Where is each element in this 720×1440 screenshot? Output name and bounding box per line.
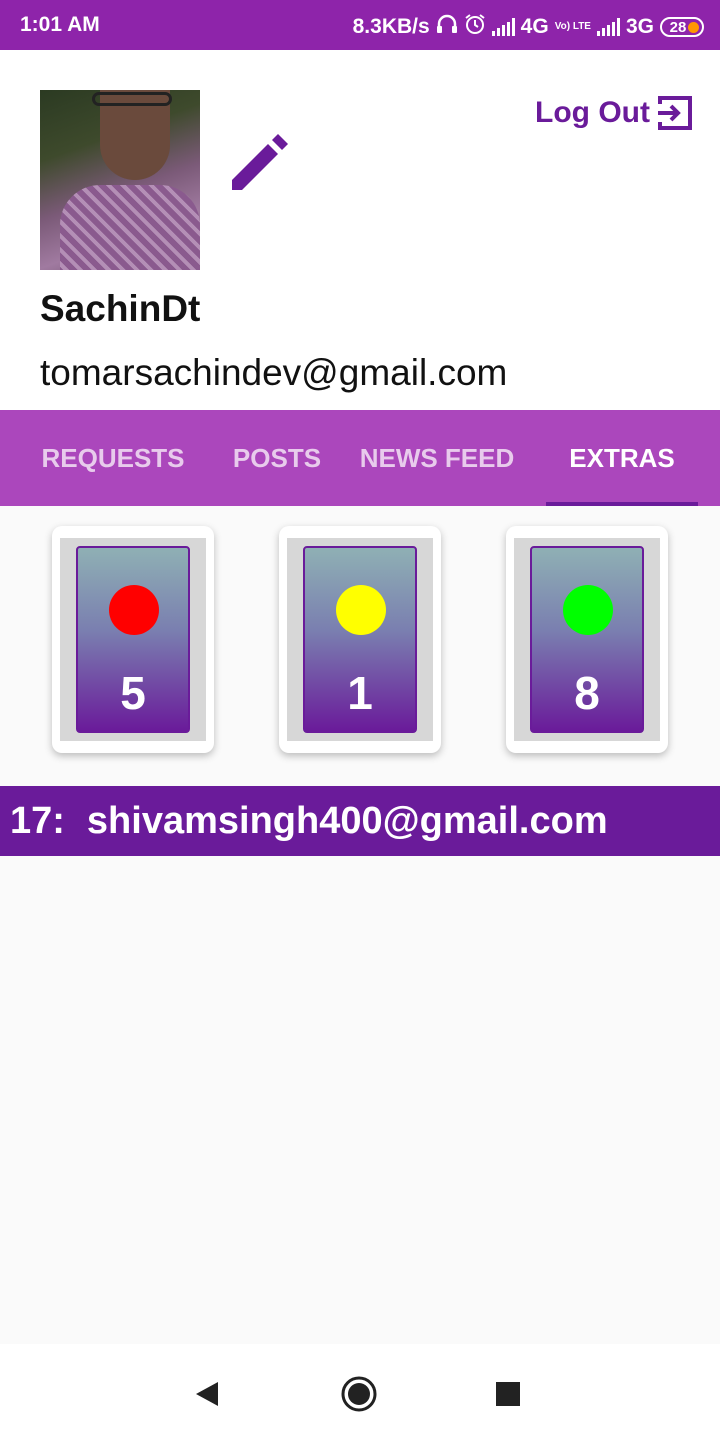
volte-label: Vo) LTE: [554, 21, 591, 32]
network-type-1: 4G: [520, 15, 549, 38]
tab-bar: REQUESTS POSTS NEWS FEED EXTRAS: [0, 410, 720, 506]
username: SachinDt: [40, 288, 201, 329]
red-dot-icon: [109, 585, 159, 635]
profile-header: Log Out SachinDt tomarsachindev@gmail.co…: [0, 50, 720, 410]
status-card-yellow[interactable]: 1: [279, 526, 441, 753]
signal-icon: [491, 18, 515, 36]
status-icons: 8.3KB/s 4G Vo) LTE 3G 28: [353, 13, 704, 41]
status-card-red[interactable]: 5: [52, 526, 214, 753]
info-email: shivamsingh400@gmail.com: [86, 799, 608, 842]
avatar: [40, 90, 200, 270]
tab-requests[interactable]: REQUESTS: [0, 410, 226, 506]
user-email: tomarsachindev@gmail.com: [40, 352, 508, 393]
logout-button[interactable]: Log Out: [535, 94, 694, 132]
info-count: 17:: [10, 799, 65, 842]
home-button[interactable]: [339, 1374, 379, 1414]
recents-icon: [496, 1382, 520, 1406]
status-time: 1:01 AM: [20, 13, 100, 36]
back-icon: [196, 1382, 218, 1406]
yellow-dot-icon: [336, 585, 386, 635]
home-icon: [341, 1376, 377, 1412]
green-dot-icon: [563, 585, 613, 635]
logout-icon: [658, 96, 692, 130]
card-count: 5: [120, 667, 146, 719]
status-bar: 1:01 AM 8.3KB/s 4G Vo) LTE 3G 28: [0, 0, 720, 50]
signal-icon: [596, 18, 620, 36]
alarm-icon: [464, 13, 486, 41]
network-speed: 8.3KB/s: [352, 15, 430, 38]
recents-button[interactable]: [488, 1374, 528, 1414]
tab-extras[interactable]: EXTRAS: [546, 410, 698, 506]
back-button[interactable]: [188, 1374, 228, 1414]
status-card-green[interactable]: 8: [506, 526, 668, 753]
system-nav-bar: [0, 1344, 720, 1440]
headset-icon: [436, 14, 458, 40]
card-count: 1: [347, 667, 373, 719]
logout-label: Log Out: [535, 96, 650, 129]
network-type-2: 3G: [625, 15, 654, 38]
edit-profile-button[interactable]: [228, 134, 292, 198]
card-count: 8: [574, 667, 600, 719]
tab-posts[interactable]: POSTS: [226, 410, 328, 506]
user-info-bar[interactable]: 17: shivamsingh400@gmail.com: [0, 786, 720, 856]
battery-icon: 28: [660, 17, 704, 37]
pencil-icon: [232, 134, 288, 190]
battery-level: 28: [669, 18, 687, 36]
tab-news-feed[interactable]: NEWS FEED: [328, 410, 546, 506]
